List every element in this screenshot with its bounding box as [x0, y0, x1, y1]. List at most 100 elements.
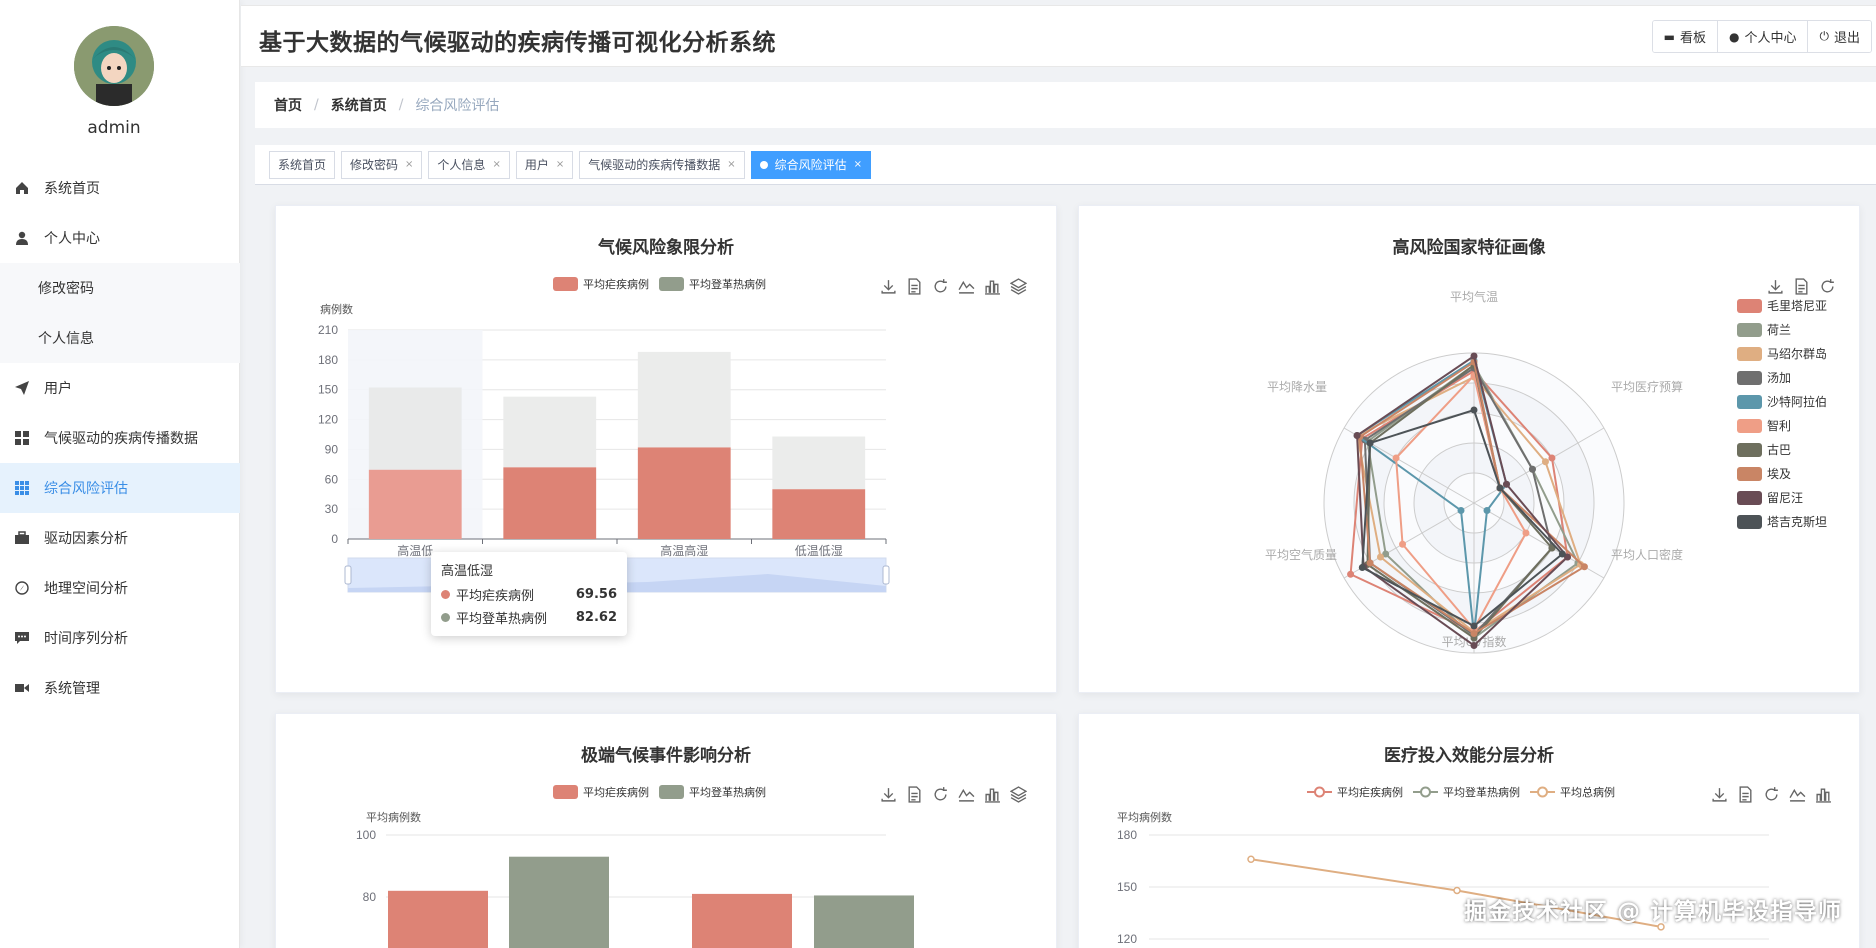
x-tick-label: 高温高湿 — [660, 543, 708, 558]
tag-label: 用户 — [524, 158, 549, 172]
breadcrumb-home[interactable]: 首页 — [274, 95, 302, 115]
bar-malaria — [388, 890, 488, 948]
legend-label: 古巴 — [1767, 442, 1791, 457]
chart-tooltip: 高温低湿 平均疟疾病例 69.56 平均登革热病例 82.62 — [431, 552, 627, 636]
menu-item[interactable]: 个人信息 — [0, 313, 240, 363]
datazoom-handle-left — [344, 565, 352, 585]
menu-item-label: 综合风险评估 — [44, 481, 128, 497]
menu-item-label: 系统首页 — [44, 181, 100, 197]
legend-swatch — [1737, 299, 1762, 313]
y-tick-label: 0 — [331, 532, 338, 546]
radar-point — [1353, 432, 1361, 439]
user-icon: ● — [1728, 29, 1740, 44]
radar-point — [1392, 454, 1400, 462]
bar-dengue — [814, 895, 914, 948]
header-buttons: ▬ 看板 ● 个人中心 ⏻ 退出 — [1651, 20, 1872, 53]
radar-point — [1470, 406, 1478, 414]
tags-view: 系统首页 修改密码 × 个人信息 × 用户 × 气候驱动的疾病传播数据 × 综合风险评估 × — [255, 145, 1876, 185]
tag-item[interactable]: 个人信息 × — [428, 150, 510, 179]
close-icon[interactable]: × — [405, 159, 413, 170]
chart-card-climate-quadrant: 气候风险象限分析 平均疟疾病例 平均登革热病例 病例数 0 30 60 90 120 150… — [275, 205, 1057, 693]
chart-card-extreme-events: 极端气候事件影响分析 平均疟疾病例 平均登革热病例 平均病例数 80 100 — [275, 713, 1057, 948]
menu-item-label: 个人信息 — [38, 331, 94, 347]
breadcrumb-separator: / — [398, 97, 404, 113]
user-icon — [14, 230, 30, 246]
avatar[interactable] — [74, 26, 154, 106]
bar-malaria — [368, 469, 462, 539]
radar-point — [1548, 454, 1556, 462]
radar-point — [1528, 465, 1536, 473]
tooltip-series-name: 平均疟疾病例 — [456, 589, 535, 604]
datazoom-handle-right — [882, 565, 890, 585]
menu-item[interactable]: 修改密码 — [0, 263, 240, 313]
tooltip-marker — [441, 590, 450, 599]
monitor-icon: ▬ — [1663, 29, 1675, 44]
radar-indicator-label: 平均气温 — [1450, 289, 1498, 304]
profile-button[interactable]: ● 个人中心 — [1717, 21, 1809, 52]
y-tick-label: 210 — [318, 323, 338, 337]
radar-point — [1470, 622, 1478, 630]
menu-item[interactable]: 地理空间分析 — [0, 563, 240, 613]
climate-quadrant-bar-chart[interactable]: 病例数 0 30 60 90 120 150 180 210 高温低 高温高湿 低温低湿 — [276, 206, 1058, 694]
menu-item[interactable]: 时间序列分析 — [0, 613, 240, 663]
menu-item[interactable]: 个人中心 — [0, 213, 240, 263]
breadcrumb-system-home[interactable]: 系统首页 — [331, 95, 387, 115]
line-point — [1247, 855, 1255, 864]
line-point — [1453, 886, 1461, 895]
radar-point — [1522, 529, 1530, 537]
radar-point — [1470, 630, 1478, 637]
close-icon[interactable]: × — [492, 159, 500, 170]
power-icon: ⏻ — [1819, 29, 1829, 43]
legend-label: 沙特阿拉伯 — [1767, 394, 1827, 409]
y-axis-title: 平均病例数 — [366, 810, 421, 824]
legend-label: 汤加 — [1767, 371, 1791, 385]
tooltip-row: 平均疟疾病例 69.56 — [441, 585, 617, 604]
radar-indicator-label: 平均医疗预算 — [1611, 379, 1683, 394]
menu-item[interactable]: 综合风险评估 — [0, 463, 240, 513]
dashboard-button[interactable]: ▬ 看板 — [1652, 21, 1718, 52]
tooltip-row: 平均登革热病例 82.62 — [441, 608, 617, 627]
close-icon[interactable]: × — [727, 159, 735, 170]
tag-item[interactable]: 用户 × — [515, 150, 574, 179]
bar-dengue — [503, 396, 597, 468]
side-menu: 系统首页个人中心 修改密码个人信息用户气候驱动的疾病传播数据综合风险评估驱动因素分… — [0, 163, 240, 713]
tag-label: 个人信息 — [437, 158, 486, 172]
y-axis-title: 病例数 — [320, 302, 353, 316]
radar-indicator-label: 平均降水量 — [1267, 380, 1327, 394]
x-tick-label: 低温低湿 — [795, 543, 843, 558]
legend-swatch — [1737, 467, 1762, 481]
legend-label: 毛里塔尼亚 — [1767, 299, 1827, 313]
compass-icon — [14, 580, 30, 596]
menu-item[interactable]: 驱动因素分析 — [0, 513, 240, 563]
home-icon — [14, 180, 30, 196]
legend-swatch — [1737, 515, 1762, 529]
close-icon[interactable]: × — [854, 159, 862, 170]
radar-point — [1541, 458, 1549, 466]
menu-item[interactable]: 气候驱动的疾病传播数据 — [0, 413, 240, 463]
extreme-events-bar-chart[interactable]: 平均病例数 80 100 — [276, 714, 1058, 948]
radar-point — [1358, 564, 1366, 571]
bar-malaria — [772, 489, 866, 539]
radar-point — [1347, 570, 1355, 578]
y-tick-label: 120 — [318, 413, 338, 427]
tag-item[interactable]: 综合风险评估 × — [750, 150, 872, 179]
menu-item[interactable]: 系统首页 — [0, 163, 240, 213]
menu-item-label: 用户 — [44, 381, 72, 397]
close-icon[interactable]: × — [556, 159, 564, 170]
logout-button[interactable]: ⏻ 退出 — [1808, 21, 1871, 52]
high-risk-radar-chart[interactable]: 平均气温平均医疗预算平均人口密度平均UV指数平均空气质量平均降水量毛里塔尼亚荷兰… — [1079, 206, 1861, 694]
menu-item[interactable]: 系统管理 — [0, 663, 240, 713]
radar-point — [1366, 439, 1374, 447]
legend-label: 埃及 — [1767, 467, 1791, 481]
menu-item[interactable]: 用户 — [0, 363, 240, 413]
tag-item[interactable]: 气候驱动的疾病传播数据 × — [579, 150, 745, 179]
radar-point — [1580, 563, 1588, 571]
y-tick-label: 30 — [325, 502, 339, 516]
tag-item[interactable]: 系统首页 — [269, 150, 336, 179]
radar-point — [1558, 550, 1566, 558]
tag-label: 综合风险评估 — [774, 158, 847, 172]
tag-item[interactable]: 修改密码 × — [341, 150, 423, 179]
sidebar: admin 系统首页 个人中心 修改密码 个人信息 用户 气候驱动的疾病传播数据 综合风险评… — [0, 0, 240, 948]
breadcrumb-current: 综合风险评估 — [415, 98, 500, 114]
bar-dengue — [772, 436, 866, 490]
